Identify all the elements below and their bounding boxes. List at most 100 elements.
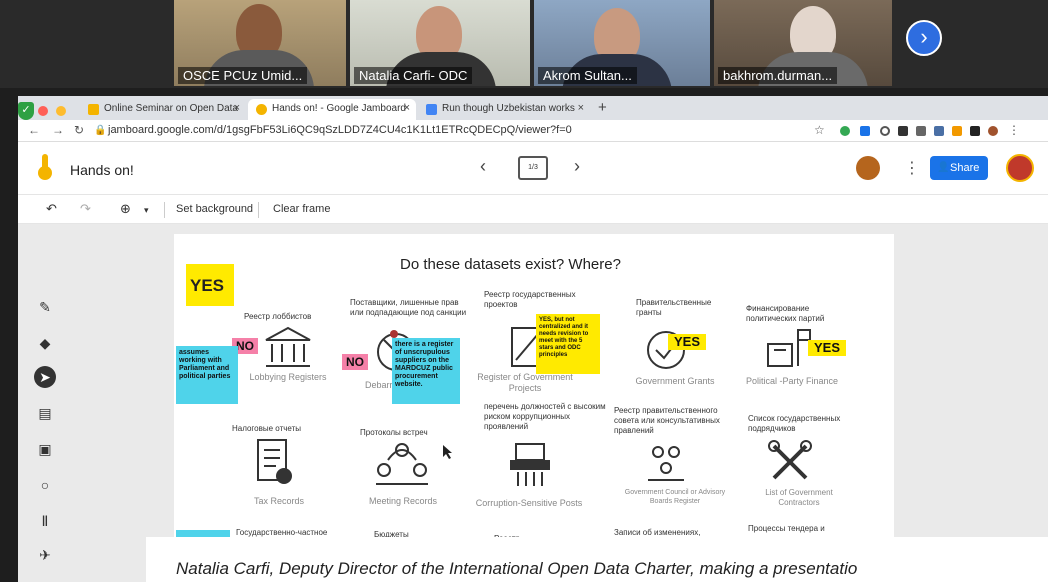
user-avatar[interactable] bbox=[1006, 154, 1034, 182]
jamboard-header: Hands on! ‹ 1/3 › ⋮ 👤 Share bbox=[18, 144, 1048, 194]
collaborator-avatar[interactable] bbox=[856, 156, 880, 180]
clear-frame-button[interactable]: Clear frame bbox=[273, 203, 330, 215]
sticky-note-icon[interactable]: ▤ bbox=[34, 402, 56, 424]
cell-en-label: Meeting Records bbox=[368, 496, 438, 506]
participant-tile[interactable]: bakhrom.durman... bbox=[714, 0, 892, 86]
previous-frame-icon[interactable]: ‹ bbox=[480, 156, 486, 177]
building-icon bbox=[265, 326, 311, 367]
council-people-icon bbox=[648, 446, 684, 481]
cell-en-label: List of Government Contractors bbox=[765, 488, 833, 507]
more-options-icon[interactable]: ⋮ bbox=[904, 158, 920, 178]
forward-icon[interactable]: → bbox=[52, 123, 64, 137]
sticky-yes[interactable]: YES bbox=[808, 340, 847, 356]
tax-document-icon bbox=[257, 439, 292, 484]
divider bbox=[258, 202, 259, 218]
tool-sidebar: ✎ ◆ ➤ ▤ ▣ ○ Ⅱ ✈ bbox=[28, 286, 64, 582]
photo-caption: Natalia Carfi, Deputy Director of the In… bbox=[146, 537, 1048, 582]
cursor-icon bbox=[443, 445, 452, 459]
new-tab-button[interactable]: + bbox=[598, 99, 607, 116]
profile-icon[interactable] bbox=[988, 126, 998, 136]
extension-icon[interactable] bbox=[880, 126, 890, 136]
extension-icon[interactable] bbox=[840, 126, 850, 136]
tools-icon bbox=[768, 440, 812, 480]
image-icon[interactable]: ▣ bbox=[34, 438, 56, 460]
participant-name: bakhrom.durman... bbox=[718, 67, 838, 84]
address-bar: ← → ↻ 🔒 jamboard.google.com/d/1gsgFbF53L… bbox=[18, 120, 1048, 142]
cell-ru-label: Процессы тендера и bbox=[748, 524, 825, 533]
sticky-yes-large[interactable]: YES bbox=[186, 264, 234, 306]
extension-icon[interactable] bbox=[860, 126, 870, 136]
set-background-button[interactable]: Set background bbox=[176, 203, 253, 215]
sticky-note-cyan[interactable]: there is a register of unscrupulous supp… bbox=[392, 338, 460, 404]
reload-icon[interactable]: ↻ bbox=[74, 123, 84, 137]
circle-shape-icon[interactable]: ○ bbox=[34, 474, 56, 496]
caption-text: Natalia Carfi, Deputy Director of the In… bbox=[176, 559, 858, 578]
menu-icon[interactable]: ⋮ bbox=[1008, 123, 1020, 137]
browser-window: ✓ Online Seminar on Open Data × Hands on… bbox=[18, 96, 1048, 582]
folder-icon bbox=[88, 104, 99, 115]
cell-ru-label: Реестр правительственного совета или кон… bbox=[614, 406, 720, 435]
extension-icon[interactable] bbox=[934, 126, 944, 136]
chevron-down-icon[interactable]: ▾ bbox=[144, 205, 149, 216]
eraser-icon[interactable]: ◆ bbox=[34, 332, 56, 354]
next-participants-button[interactable]: › bbox=[906, 20, 942, 56]
cell-en-label: Lobbying Registers bbox=[249, 372, 327, 382]
lock-icon: 🔒 bbox=[94, 125, 107, 136]
extension-icon[interactable] bbox=[898, 126, 908, 136]
participant-tile-active[interactable]: Natalia Carfi- ODC bbox=[350, 0, 530, 86]
canvas-area: ✎ ◆ ➤ ▤ ▣ ○ Ⅱ ✈ Do these datasets exist?… bbox=[18, 224, 1048, 582]
tab-label: Hands on! - Google Jamboard bbox=[272, 103, 406, 114]
cell-ru-label: Список государственных подрядчиков bbox=[748, 414, 841, 433]
jamboard-logo-icon bbox=[38, 154, 52, 180]
jamboard-frame[interactable]: Do these datasets exist? Where? YES Реес… bbox=[174, 234, 894, 582]
extension-icon[interactable] bbox=[952, 126, 962, 136]
tab-label: Online Seminar on Open Data bbox=[104, 103, 238, 114]
close-tab-icon[interactable]: × bbox=[234, 102, 240, 114]
tab-uzbekistan[interactable]: Run though Uzbekistan works × bbox=[418, 99, 590, 120]
zoom-icon[interactable]: ⊕ bbox=[120, 201, 131, 217]
tab-label: Run though Uzbekistan works bbox=[442, 103, 575, 114]
text-box-icon[interactable]: Ⅱ bbox=[34, 510, 56, 532]
window-controls bbox=[26, 103, 70, 121]
docs-icon bbox=[426, 104, 437, 115]
participant-name: OSCE PCUz Umid... bbox=[178, 67, 308, 84]
cell-ru-label: Финансирование политических партий bbox=[746, 304, 825, 323]
puzzle-icon[interactable] bbox=[970, 126, 980, 136]
close-window-icon[interactable] bbox=[38, 106, 48, 116]
undo-icon[interactable]: ↶ bbox=[46, 201, 57, 217]
close-tab-icon[interactable]: × bbox=[404, 102, 410, 114]
meeting-people-icon bbox=[376, 443, 428, 485]
cell-en-label: Government Grants bbox=[635, 376, 715, 386]
cell-ru-label: перечень должностей с высоким риском кор… bbox=[484, 402, 606, 431]
frame-counter[interactable]: 1/3 bbox=[518, 156, 548, 180]
laser-icon[interactable]: ✈ bbox=[34, 544, 56, 566]
sticky-yes[interactable]: YES bbox=[668, 334, 707, 350]
next-frame-icon[interactable]: › bbox=[574, 156, 580, 177]
participant-tile[interactable]: OSCE PCUz Umid... bbox=[174, 0, 346, 86]
extension-icon[interactable] bbox=[916, 126, 926, 136]
person-add-icon: 👤 bbox=[937, 162, 950, 173]
frame-title: Do these datasets exist? Where? bbox=[400, 256, 621, 273]
participant-tile[interactable]: Akrom Sultan... bbox=[534, 0, 710, 86]
back-icon[interactable]: ← bbox=[28, 123, 40, 137]
pen-icon[interactable]: ✎ bbox=[34, 296, 56, 318]
cell-ru-label: Протоколы встреч bbox=[360, 428, 428, 437]
cell-en-label: Register of Government Projects bbox=[477, 372, 573, 393]
cell-en-label: Government Council or Advisory Boards Re… bbox=[624, 489, 726, 505]
select-icon[interactable]: ➤ bbox=[34, 366, 56, 388]
sticky-no[interactable]: NO bbox=[342, 354, 368, 370]
minimize-window-icon[interactable] bbox=[56, 106, 67, 116]
sticky-note-cyan[interactable]: assumes working with Parliament and poli… bbox=[176, 346, 238, 404]
redo-icon[interactable]: ↷ bbox=[80, 201, 91, 217]
sticky-note-yellow[interactable]: YES, but not centralized and it needs re… bbox=[536, 314, 600, 374]
share-label: Share bbox=[950, 162, 980, 174]
cell-ru-label: Реестр лоббистов bbox=[244, 312, 312, 321]
close-tab-icon[interactable]: × bbox=[578, 102, 584, 114]
cell-en-label: Tax Records bbox=[253, 496, 305, 506]
url-input[interactable]: jamboard.google.com/d/1gsgFbF53Li6QC9qSz… bbox=[108, 124, 572, 136]
tab-online-seminar[interactable]: Online Seminar on Open Data × bbox=[80, 99, 246, 120]
star-icon[interactable]: ☆ bbox=[814, 123, 825, 137]
board-title[interactable]: Hands on! bbox=[70, 162, 134, 178]
tab-jamboard[interactable]: Hands on! - Google Jamboard × bbox=[248, 99, 416, 120]
share-button[interactable]: 👤 Share bbox=[930, 156, 988, 180]
